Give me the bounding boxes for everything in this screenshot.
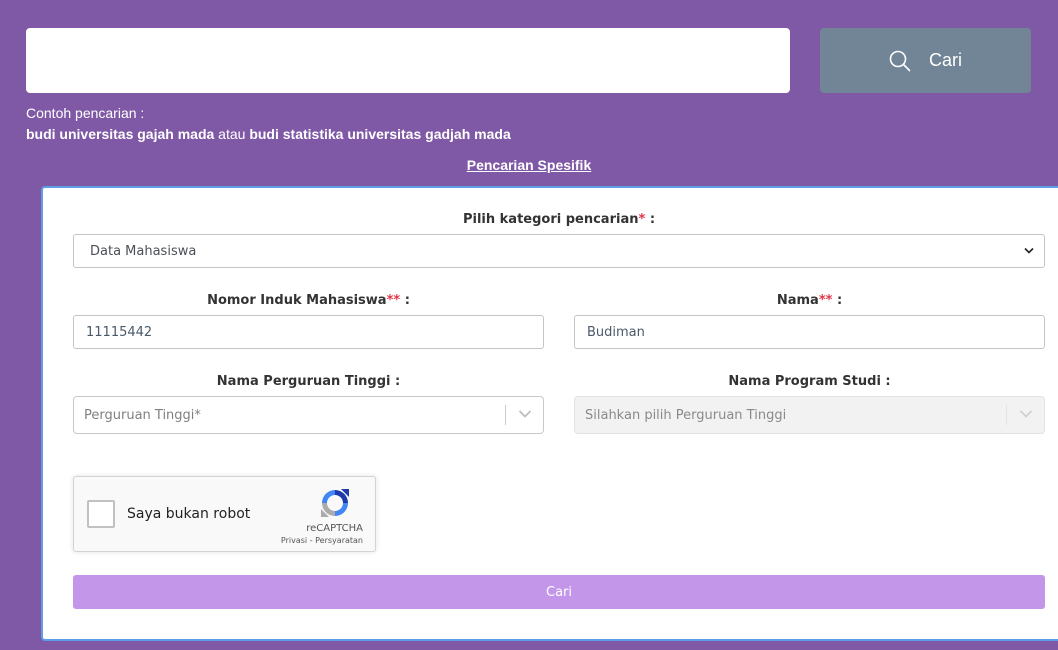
- nim-input-value: 11115442: [86, 324, 153, 340]
- example-1: budi universitas gajah mada: [26, 126, 215, 142]
- nama-label: Nama** :: [776, 293, 843, 308]
- nim-input[interactable]: 11115442: [73, 315, 544, 349]
- program-studi-label: Nama Program Studi :: [728, 374, 891, 389]
- category-select-value: Data Mahasiswa: [90, 243, 197, 259]
- chevron-down-icon: [1024, 244, 1034, 259]
- specific-search-form: Pilih kategori pencarian* : Data Mahasis…: [41, 186, 1058, 641]
- chevron-down-icon: [1019, 408, 1033, 423]
- recaptcha-label: Saya bukan robot: [127, 506, 251, 522]
- search-icon: [889, 50, 911, 72]
- recaptcha-links: Privasi - Persyaratan: [281, 536, 363, 545]
- recaptcha-brand: reCAPTCHA: [306, 523, 363, 534]
- recaptcha-terms-link[interactable]: Persyaratan: [315, 536, 363, 545]
- example-2: budi statistika universitas gadjah mada: [249, 126, 511, 142]
- program-studi-placeholder: Silahkan pilih Perguruan Tinggi: [585, 407, 787, 423]
- example-connector: atau: [218, 126, 246, 142]
- nama-input-value: Budiman: [587, 324, 645, 340]
- search-input[interactable]: [26, 28, 790, 93]
- nim-label: Nomor Induk Mahasiswa** :: [207, 293, 410, 308]
- nama-input[interactable]: Budiman: [574, 315, 1045, 349]
- category-label: Pilih kategori pencarian* :: [462, 212, 656, 227]
- search-button[interactable]: Cari: [820, 28, 1031, 93]
- recaptcha-privacy-link[interactable]: Privasi: [281, 536, 307, 545]
- perguruan-tinggi-label: Nama Perguruan Tinggi :: [216, 374, 401, 389]
- example-label: Contoh pencarian :: [26, 105, 145, 121]
- specific-search-link[interactable]: Pencarian Spesifik: [0, 157, 1058, 173]
- perguruan-tinggi-select[interactable]: Perguruan Tinggi*: [73, 396, 544, 434]
- example-line: budi universitas gajah mada atau budi st…: [26, 126, 511, 142]
- divider: [505, 405, 506, 425]
- search-button-label: Cari: [928, 50, 962, 70]
- program-studi-select: Silahkan pilih Perguruan Tinggi: [574, 396, 1045, 434]
- perguruan-tinggi-placeholder: Perguruan Tinggi*: [84, 407, 201, 423]
- category-select[interactable]: Data Mahasiswa: [73, 234, 1045, 268]
- divider: [1006, 405, 1007, 425]
- submit-search-button[interactable]: Cari: [73, 575, 1045, 609]
- chevron-down-icon[interactable]: [518, 408, 532, 423]
- recaptcha-separator: -: [309, 536, 313, 545]
- recaptcha-widget: Saya bukan robot reCAPTCHA Privasi - Per…: [73, 476, 376, 552]
- recaptcha-checkbox[interactable]: [87, 500, 115, 528]
- recaptcha-logo-icon: [319, 487, 351, 523]
